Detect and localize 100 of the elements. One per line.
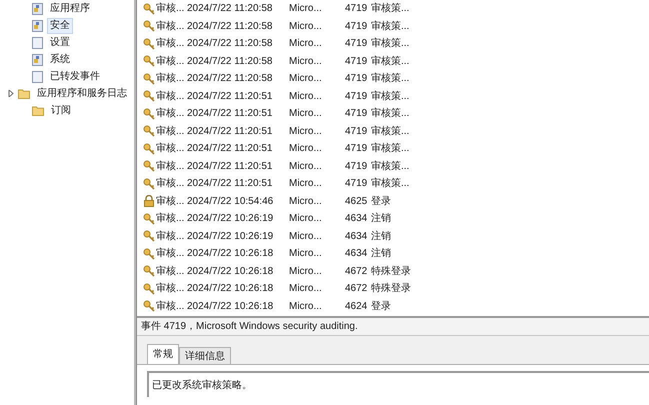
table-cell-text: Micro... — [289, 264, 323, 279]
key-icon — [143, 38, 155, 50]
table-cell-text: 4624 — [345, 300, 368, 314]
table-cell-text: 4719 — [345, 90, 368, 104]
table-cell-text: 4719 — [345, 37, 368, 52]
event-title: 事件 4719，Microsoft Windows security auditing. — [137, 318, 649, 336]
table-cell-text: 审核策... — [371, 124, 410, 139]
table-cell-text: 2024/7/22 11:20:58 — [187, 20, 274, 34]
tree-item[interactable]: 已转发事件 — [47, 68, 103, 84]
table-cell-text: 4719 — [345, 160, 368, 174]
page-icon — [32, 36, 43, 48]
table-cell-text: 审核策... — [371, 54, 410, 69]
table-cell-text: 2024/7/22 11:20:51 — [187, 177, 274, 192]
table-cell-text: 4672 — [345, 282, 368, 296]
table-cell-text: 审核策... — [371, 72, 410, 86]
table-cell-text: 审核策... — [371, 160, 410, 174]
table-cell-text: 审核... — [156, 300, 186, 314]
key-icon — [143, 72, 155, 85]
table-cell-text: Micro... — [289, 54, 323, 69]
table-cell-text: Micro... — [289, 194, 323, 209]
table-cell-text: 审核... — [156, 106, 186, 122]
table-cell-text: Micro... — [289, 282, 323, 296]
table-cell-text: 4719 — [345, 54, 368, 69]
table-cell-text: Micro... — [289, 160, 323, 174]
table-cell-text: 2024/7/22 10:26:18 — [187, 300, 274, 314]
table-cell-text: 2024/7/22 10:26:18 — [187, 282, 274, 296]
tab[interactable]: 详细信息 — [179, 347, 231, 364]
key-icon — [143, 248, 155, 260]
table-cell-text: Micro... — [289, 300, 323, 314]
tab[interactable]: 常规 — [147, 344, 179, 364]
table-cell-text: 审核策... — [371, 176, 410, 192]
table-cell-text: Micro... — [289, 72, 323, 86]
tree-item[interactable]: 应用程序和服务日志 — [34, 86, 130, 102]
log-icon — [32, 2, 43, 14]
table-cell-text: 审核... — [156, 194, 186, 209]
table-cell-text: 2024/7/22 11:20:51 — [187, 124, 274, 139]
table-cell-text: 4719 — [345, 20, 368, 34]
table-cell-text: 4634 — [345, 230, 368, 244]
table-cell-text: 2024/7/22 11:20:51 — [187, 142, 274, 156]
table-cell-text: 4719 — [345, 107, 368, 122]
table-cell-text: 审核策... — [371, 106, 410, 122]
tree-item[interactable]: 设置 — [47, 34, 73, 50]
table-cell-text: 登录 — [371, 300, 391, 314]
table-cell-text: Micro... — [289, 37, 323, 52]
folder-icon — [32, 105, 44, 116]
log-icon — [32, 54, 43, 66]
key-icon — [143, 282, 155, 295]
table-cell-text: 4634 — [345, 212, 368, 226]
table-cell-text: 4672 — [345, 264, 368, 279]
table-cell-text: 2024/7/22 11:20:58 — [187, 37, 274, 52]
table-cell-text: 审核... — [156, 54, 186, 69]
key-icon — [143, 125, 155, 138]
folder-icon — [18, 88, 30, 99]
table-cell-text: 审核... — [156, 160, 186, 174]
tree-item[interactable]: 应用程序 — [47, 0, 93, 16]
table-cell-text: 4625 — [345, 194, 368, 209]
table-cell-text: 审核... — [156, 124, 186, 139]
table-cell-text: 2024/7/22 11:20:51 — [187, 90, 274, 104]
table-cell-text: 审核... — [156, 176, 186, 192]
tree-item[interactable]: 订阅 — [48, 102, 74, 118]
key-icon — [143, 20, 155, 32]
table-cell-text: 审核策... — [371, 36, 410, 52]
table-cell-text: 审核... — [156, 36, 186, 52]
table-cell-text: 审核策... — [371, 20, 410, 34]
table-cell-text: 2024/7/22 10:26:19 — [187, 230, 274, 244]
table-cell-text: 特殊登录 — [371, 264, 411, 279]
table-cell-text: 2024/7/22 11:20:58 — [187, 54, 274, 69]
key-icon — [143, 212, 155, 225]
table-cell-text: 审核策... — [371, 2, 410, 16]
table-cell-text: 审核... — [156, 246, 186, 262]
table-cell-text: 审核... — [156, 212, 186, 226]
tree-item[interactable]: 安全 — [47, 18, 73, 34]
table-cell-text: 2024/7/22 10:26:18 — [187, 247, 274, 262]
table-cell-text: 4719 — [345, 177, 368, 192]
table-cell-text: Micro... — [289, 177, 323, 192]
table-cell-text: 4719 — [345, 124, 368, 139]
table-cell-text: 审核... — [156, 282, 186, 296]
tree-item[interactable]: 系统 — [47, 52, 73, 68]
key-icon — [143, 55, 155, 68]
table-cell-text: 登录 — [371, 194, 391, 209]
table-cell-text: 2024/7/22 11:20:51 — [187, 107, 274, 122]
key-icon — [143, 142, 155, 155]
table-cell-text: 审核... — [156, 72, 186, 86]
key-icon — [143, 90, 155, 102]
table-cell-text: 审核策... — [371, 90, 410, 104]
table-cell-text: 审核... — [156, 230, 186, 244]
table-cell-text: 注销 — [371, 230, 391, 244]
page-icon — [32, 70, 43, 82]
table-cell-text: 审核策... — [371, 142, 410, 156]
table-cell-text: Micro... — [289, 124, 323, 139]
table-cell-text: 注销 — [371, 212, 391, 226]
table-cell-text: 2024/7/22 11:20:51 — [187, 160, 274, 174]
key-icon — [143, 230, 155, 242]
table-cell-text: 4719 — [345, 72, 368, 86]
table-cell-text: 审核... — [156, 264, 186, 279]
table-cell-text: Micro... — [289, 20, 323, 34]
table-cell-text: Micro... — [289, 230, 323, 244]
log-icon — [32, 20, 43, 32]
key-icon — [143, 300, 155, 312]
table-cell-text: 审核... — [156, 90, 186, 104]
